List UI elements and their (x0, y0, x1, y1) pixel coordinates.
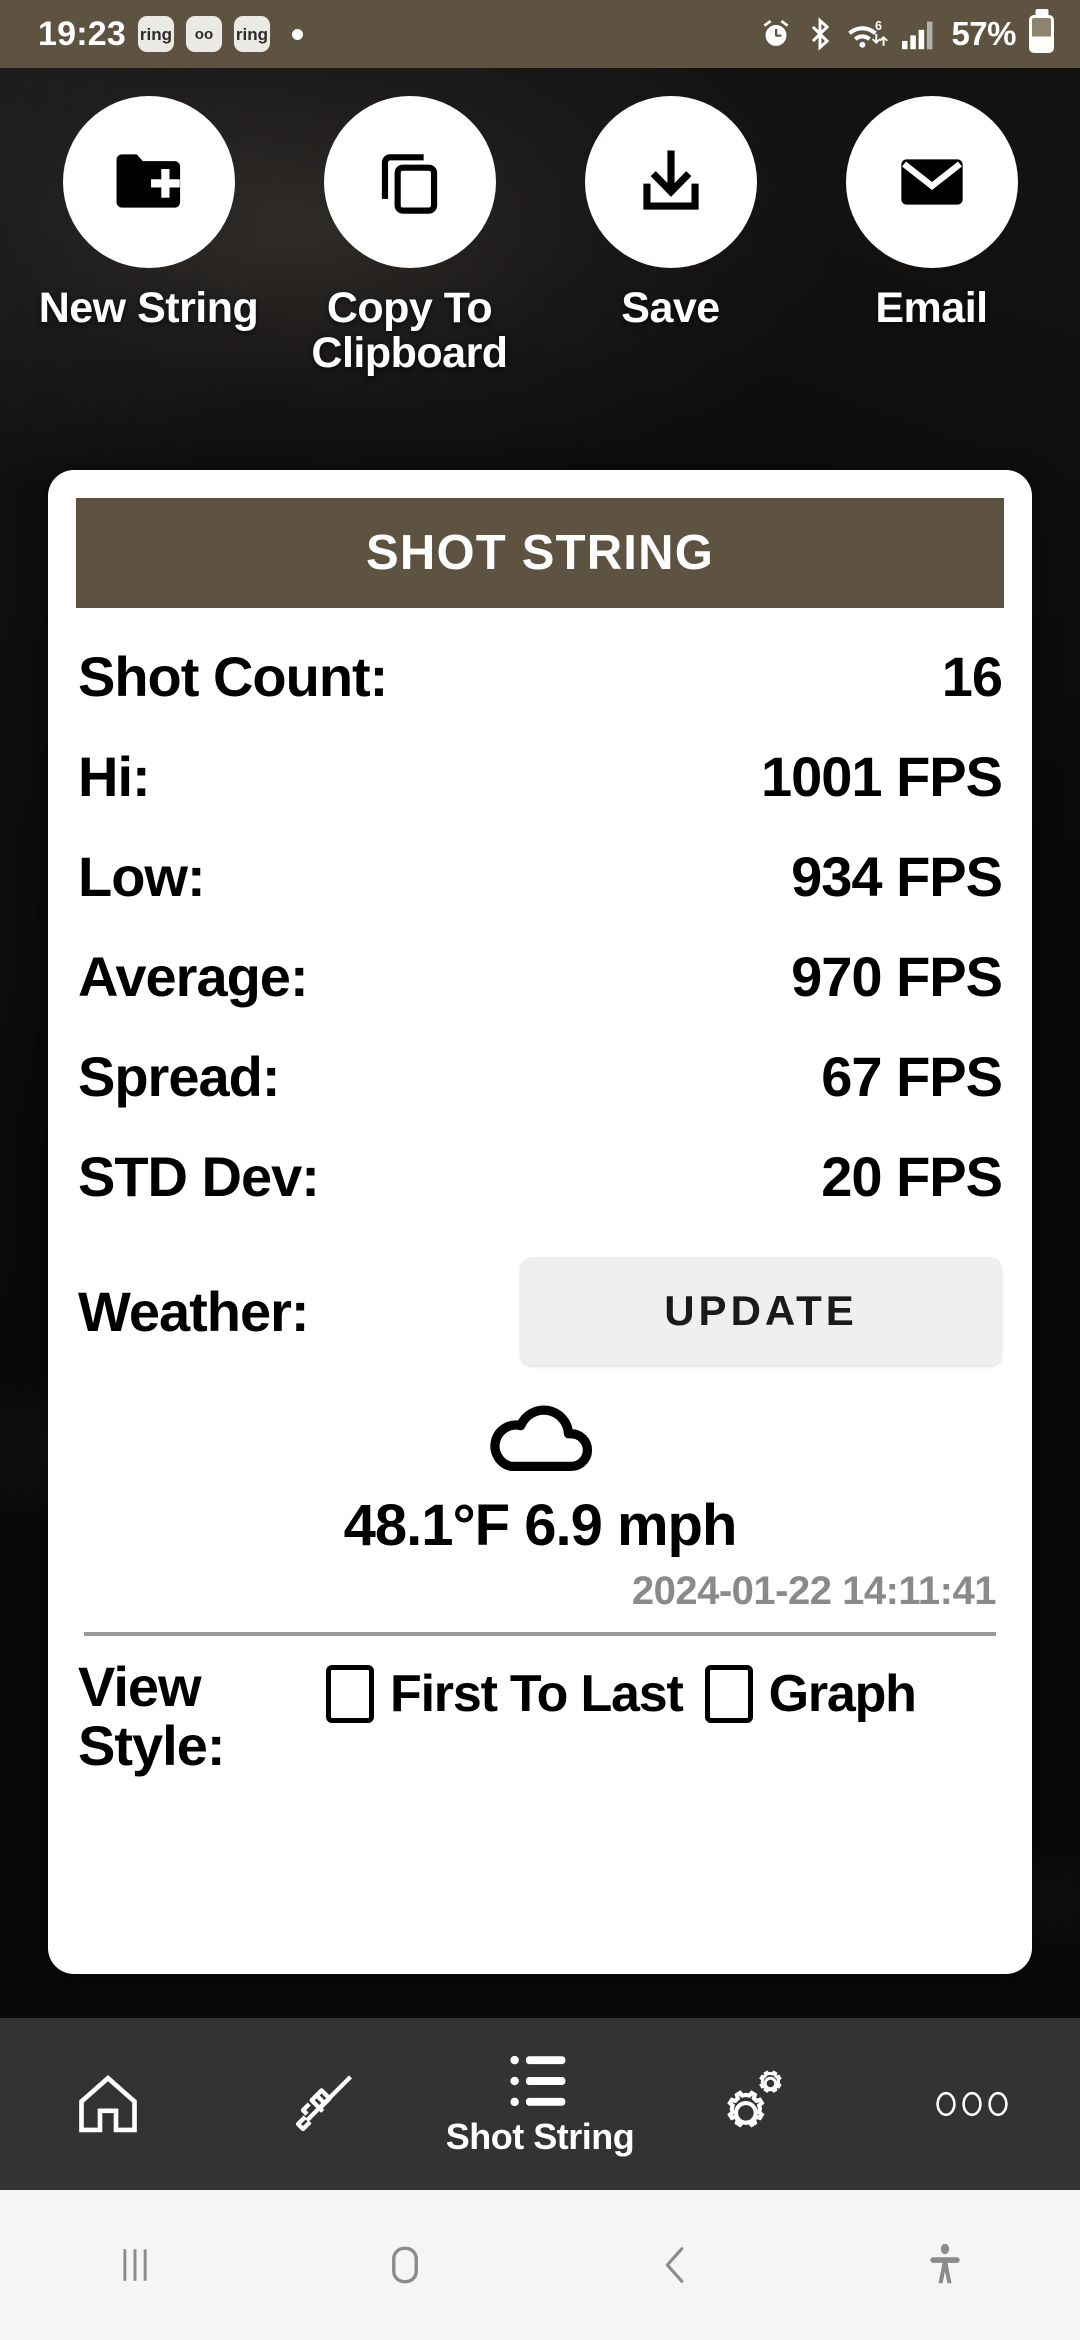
recents-button[interactable] (0, 2238, 270, 2292)
copy-to-clipboard-button[interactable]: Copy To Clipboard (279, 96, 540, 376)
view-style-options: First To Last Graph (326, 1658, 917, 1724)
back-chevron-icon (648, 2238, 702, 2292)
stat-value: 16 (941, 645, 1003, 708)
accessibility-icon (919, 2239, 971, 2291)
stat-value: 1001 FPS (760, 745, 1003, 808)
card-header: SHOT STRING (76, 498, 1004, 608)
checkbox-first-to-last[interactable] (326, 1665, 374, 1723)
stat-value: 934 FPS (791, 845, 1003, 908)
weather-label: Weather: (78, 1279, 310, 1343)
view-style-option-graph[interactable]: Graph (704, 1664, 917, 1724)
status-bar: 19:23 ring oo ring 6 57% (0, 0, 1080, 68)
stat-label: STD Dev: (78, 1145, 320, 1208)
card-title: SHOT STRING (365, 526, 715, 580)
accessibility-button[interactable] (810, 2239, 1080, 2291)
stat-value: 67 FPS (821, 1045, 1003, 1108)
bluetooth-icon (806, 17, 834, 51)
back-button[interactable] (540, 2238, 810, 2292)
stat-label: Low: (78, 845, 206, 908)
email-button-label: Email (875, 284, 988, 332)
stat-label: Hi: (78, 745, 151, 808)
copy-to-clipboard-button-circle[interactable] (323, 96, 496, 268)
system-navigation-bar (0, 2190, 1080, 2340)
checkbox-first-to-last-label: First To Last (390, 1665, 684, 1723)
weather-row: Weather: UPDATE (78, 1250, 1002, 1372)
home-square-icon (378, 2238, 432, 2292)
download-icon (632, 143, 710, 221)
cloud-icon (78, 1394, 1002, 1478)
nav-item-shot-string[interactable]: Shot String (432, 2018, 648, 2190)
home-button[interactable] (270, 2238, 540, 2292)
wifi-6-icon: 6 (847, 17, 889, 51)
stat-label: Spread: (78, 1045, 280, 1108)
stat-row-hi: Hi: 1001 FPS (78, 744, 1003, 844)
envelope-icon (892, 142, 972, 222)
nav-item-home[interactable] (0, 2018, 216, 2190)
view-style-row: View Style: First To Last Graph (78, 1655, 1002, 1777)
status-bar-clock: 19:23 (38, 15, 126, 53)
nav-item-more[interactable] (864, 2018, 1080, 2190)
checkbox-graph-label: Graph (768, 1665, 917, 1723)
action-button-row: New String Copy To Clipboard Save Email (0, 96, 1080, 376)
nav-item-shot-string-label: Shot String (445, 2116, 635, 2157)
copy-to-clipboard-button-label: Copy To Clipboard (311, 284, 508, 378)
shot-string-card: SHOT STRING Shot Count: 16 Hi: 1001 FPS … (48, 470, 1032, 1974)
new-string-button[interactable]: New String (18, 96, 279, 331)
save-button-label: Save (621, 284, 720, 332)
stat-row-low: Low: 934 FPS (78, 844, 1003, 944)
stat-row-average: Average: 970 FPS (78, 944, 1003, 1044)
voicemail-badge: oo (185, 16, 222, 52)
alarm-icon (759, 17, 793, 51)
copy-icon (371, 143, 449, 221)
stat-value: 20 FPS (821, 1145, 1003, 1208)
signal-bars-icon (902, 17, 938, 51)
view-style-option-first-to-last[interactable]: First To Last (326, 1664, 684, 1724)
ring-app-badge: ring (137, 16, 174, 52)
nav-item-rifle[interactable] (216, 2018, 432, 2190)
app-bottom-nav: Shot String (0, 2018, 1080, 2190)
view-style-label: View Style: (78, 1655, 226, 1777)
gears-icon (718, 2066, 794, 2142)
new-string-button-label: New String (38, 284, 259, 332)
new-string-button-circle[interactable] (62, 96, 235, 268)
email-button[interactable]: Email (801, 96, 1062, 331)
email-button-circle[interactable] (845, 96, 1018, 268)
svg-text:6: 6 (875, 19, 882, 33)
list-icon (506, 2050, 574, 2112)
card-divider (84, 1632, 996, 1636)
stat-row-shot-count: Shot Count: 16 (78, 644, 1003, 744)
battery-percent-label: 57% (951, 15, 1016, 52)
weather-update-button[interactable]: UPDATE (520, 1257, 1002, 1365)
nav-item-settings[interactable] (648, 2018, 864, 2190)
weather-readout: 48.1°F 6.9 mph 2024-01-22 14:11:41 (78, 1394, 1002, 1614)
stat-value: 970 FPS (791, 945, 1003, 1008)
status-bar-right: 6 57% (759, 15, 1054, 53)
more-dots-icon (934, 2089, 1010, 2119)
rifle-icon (287, 2067, 361, 2141)
battery-icon (1029, 15, 1054, 53)
stat-label: Shot Count: (78, 645, 388, 708)
weather-conditions: 48.1°F 6.9 mph (343, 1493, 738, 1558)
ring-app-badge-2: ring (233, 16, 270, 52)
stat-row-spread: Spread: 67 FPS (78, 1044, 1003, 1144)
save-button[interactable]: Save (540, 96, 801, 331)
recents-icon (108, 2238, 162, 2292)
stat-row-std-dev: STD Dev: 20 FPS (78, 1144, 1003, 1244)
home-icon (71, 2067, 145, 2141)
folder-plus-icon (108, 141, 190, 223)
stat-label: Average: (78, 945, 309, 1008)
notification-dot-icon (291, 28, 303, 40)
card-body: Shot Count: 16 Hi: 1001 FPS Low: 934 FPS… (48, 608, 1032, 1776)
checkbox-graph[interactable] (704, 1665, 753, 1723)
save-button-circle[interactable] (584, 96, 757, 268)
status-bar-left: 19:23 ring oo ring (38, 16, 303, 52)
weather-timestamp: 2024-01-22 14:11:41 (631, 1569, 997, 1613)
